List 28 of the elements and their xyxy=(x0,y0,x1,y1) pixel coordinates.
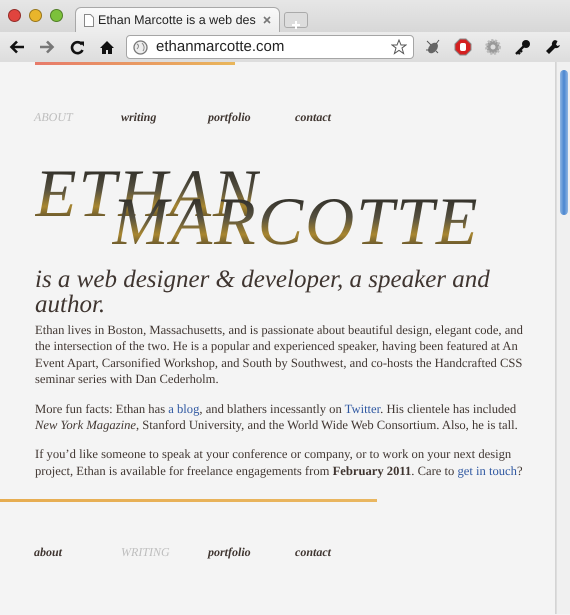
paragraph: More fun facts: Ethan has a blog, and blathers incessantly on Twitter. His clientele has included New York Magazine, Stanford University, and the World Wide Web Consortium. Also, he is tall. xyxy=(35,400,519,434)
address-bar[interactable]: ethanmarcotte.com xyxy=(126,35,414,59)
nav-link[interactable]: writing xyxy=(121,108,208,126)
tab-title: Ethan Marcotte is a web des xyxy=(98,12,256,29)
paragraph: Ethan lives in Boston, Massachusetts, and is passionate about beautiful design, elegant code, and the intersection of the two. He is a popular and experienced speaker, having been featured at An Event Apart, Carsonified Workshop, and South by Southwest, and co-hosts the Handcrafted CSS seminar series with Dan Cederholm. xyxy=(35,322,524,388)
close-window-button[interactable] xyxy=(8,9,21,22)
text-link[interactable]: a blog xyxy=(168,402,200,416)
paragraph: If you’d like someone to speak at your conference or company, or to work on your next design project, Ethan is available for freelance engagements from February 2011. Care to get in touch? xyxy=(35,446,524,480)
page-icon xyxy=(84,14,94,26)
scrollbar[interactable] xyxy=(556,62,570,614)
nav-link[interactable]: portfolio xyxy=(208,108,295,126)
nav-link[interactable]: contact xyxy=(295,543,382,562)
plus-icon xyxy=(291,20,301,30)
star-icon[interactable] xyxy=(391,39,407,55)
url-text: ethanmarcotte.com xyxy=(156,36,284,57)
zoom-window-button[interactable] xyxy=(50,9,63,22)
close-icon[interactable] xyxy=(263,16,271,24)
browser-tab[interactable]: Ethan Marcotte is a web des xyxy=(75,7,280,32)
scrollbar-thumb[interactable] xyxy=(560,70,568,215)
stop-sign-icon[interactable] xyxy=(452,36,474,58)
globe-icon xyxy=(133,40,148,54)
nav-link[interactable]: about xyxy=(34,543,121,562)
minimize-window-button[interactable] xyxy=(29,9,42,22)
text-link[interactable]: get in touch xyxy=(457,464,517,478)
tagline: is a web designer & developer, a speaker and author. xyxy=(35,267,491,317)
text-link[interactable]: Twitter xyxy=(344,402,380,416)
nav-link[interactable]: portfolio xyxy=(208,543,295,562)
nav-link[interactable]: contact xyxy=(295,108,382,126)
